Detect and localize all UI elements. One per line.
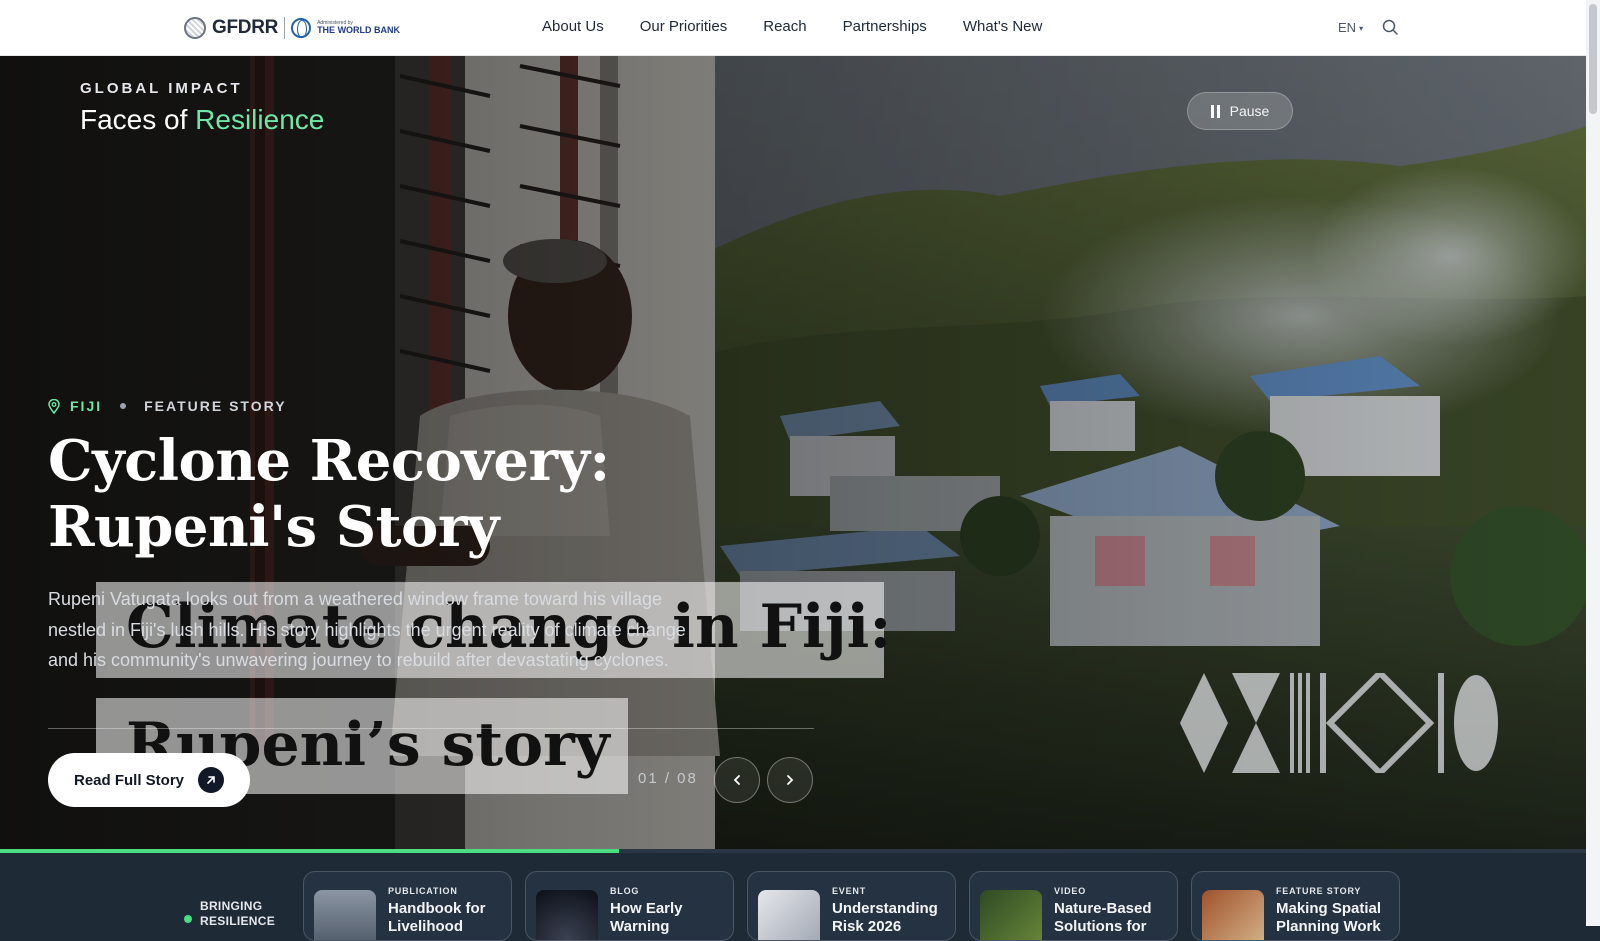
gfdrr-emblem-icon: [184, 17, 206, 39]
section-title-prefix: Faces of: [80, 104, 196, 135]
card-type: EVENT: [832, 886, 867, 896]
strip-label-line-1: BRINGING: [200, 899, 263, 913]
content-card[interactable]: EVENT Understanding Risk 2026: [747, 871, 956, 941]
chevron-right-icon: [787, 775, 794, 785]
wb-name: THE WORLD BANK: [317, 25, 401, 35]
decorative-pattern-graphic: [1180, 673, 1498, 773]
content-card[interactable]: BLOG How Early Warning: [525, 871, 734, 941]
pause-label: Pause: [1229, 103, 1270, 119]
pause-icon: [1210, 104, 1220, 118]
nav-reach[interactable]: Reach: [763, 18, 806, 35]
resilience-strip: BRINGING RESILIENCE PUBLICATION Handbook…: [0, 853, 1586, 941]
card-thumbnail: [758, 890, 820, 940]
story-type: FEATURE STORY: [144, 398, 287, 414]
language-selector[interactable]: EN ▾: [1338, 20, 1363, 35]
nav-about-us[interactable]: About Us: [542, 18, 604, 35]
content-card[interactable]: VIDEO Nature-Based Solutions for: [969, 871, 1178, 941]
scrollbar-thumb[interactable]: [1589, 4, 1597, 114]
card-title: Handbook for Livelihood: [388, 900, 486, 935]
card-type: FEATURE STORY: [1276, 886, 1362, 896]
content-card[interactable]: FEATURE STORY Making Spatial Planning Wo…: [1191, 871, 1400, 941]
card-title: How Early Warning: [610, 900, 683, 935]
story-location: FIJI: [70, 398, 103, 414]
main-nav: About Us Our Priorities Reach Partnershi…: [542, 18, 1042, 35]
card-title: Nature-Based Solutions for: [1054, 900, 1152, 935]
nav-whats-new[interactable]: What's New: [963, 18, 1043, 35]
strip-label-text: BRINGING RESILIENCE: [200, 899, 275, 929]
card-title: Understanding Risk 2026: [832, 900, 938, 935]
card-type: PUBLICATION: [388, 886, 458, 896]
section-title: Faces of Resilience: [80, 104, 324, 136]
language-code: EN: [1338, 20, 1357, 35]
logo-divider: [284, 17, 286, 39]
story-meta: FIJI FEATURE STORY: [48, 398, 287, 414]
slide-counter: 01 / 08: [638, 770, 698, 787]
world-bank-wordmark: Administered by THE WORLD BANK: [317, 21, 400, 35]
nav-our-priorities[interactable]: Our Priorities: [640, 18, 728, 35]
card-thumbnail: [314, 890, 376, 940]
card-title: Making Spatial Planning Work: [1276, 900, 1382, 935]
chevron-left-icon: [733, 775, 740, 785]
chevron-down-icon: ▾: [1359, 24, 1364, 34]
card-thumbnail: [536, 890, 598, 940]
arrow-up-right-icon: [198, 767, 225, 793]
hero-carousel: GLOBAL IMPACT Faces of Resilience Pause …: [0, 56, 1586, 852]
page-scrollbar[interactable]: [1586, 0, 1600, 926]
next-slide-button[interactable]: [767, 757, 813, 803]
card-type: BLOG: [610, 886, 640, 896]
strip-label: BRINGING RESILIENCE: [184, 899, 275, 929]
card-thumbnail: [1202, 890, 1264, 940]
story-description: Rupeni Vatugata looks out from a weather…: [48, 589, 686, 670]
card-type: VIDEO: [1054, 886, 1087, 896]
location-pin-icon: [48, 398, 60, 414]
story-title: Cyclone Recovery: Rupeni's Story: [48, 428, 610, 560]
read-full-story-label: Read Full Story: [73, 771, 185, 789]
content-cards: PUBLICATION Handbook for Livelihood BLOG…: [303, 871, 1400, 941]
previous-slide-button[interactable]: [714, 757, 760, 803]
gfdrr-logo[interactable]: GFDRR Administered by THE WORLD BANK: [184, 14, 400, 42]
search-icon[interactable]: [1382, 19, 1398, 35]
world-bank-globe-icon: [291, 18, 312, 38]
hero-divider: [48, 728, 814, 729]
site-header: GFDRR Administered by THE WORLD BANK Abo…: [0, 0, 1586, 56]
pause-button[interactable]: Pause: [1187, 92, 1293, 130]
status-dot: [184, 915, 192, 923]
logo-text: GFDRR: [212, 17, 279, 38]
section-kicker: GLOBAL IMPACT: [80, 80, 243, 97]
section-title-accent: Resilience: [195, 104, 325, 135]
content-card[interactable]: PUBLICATION Handbook for Livelihood: [303, 871, 512, 941]
nav-partnerships[interactable]: Partnerships: [843, 18, 927, 35]
read-full-story-button[interactable]: Read Full Story: [48, 753, 250, 807]
card-thumbnail: [980, 890, 1042, 940]
meta-separator: [120, 403, 127, 409]
